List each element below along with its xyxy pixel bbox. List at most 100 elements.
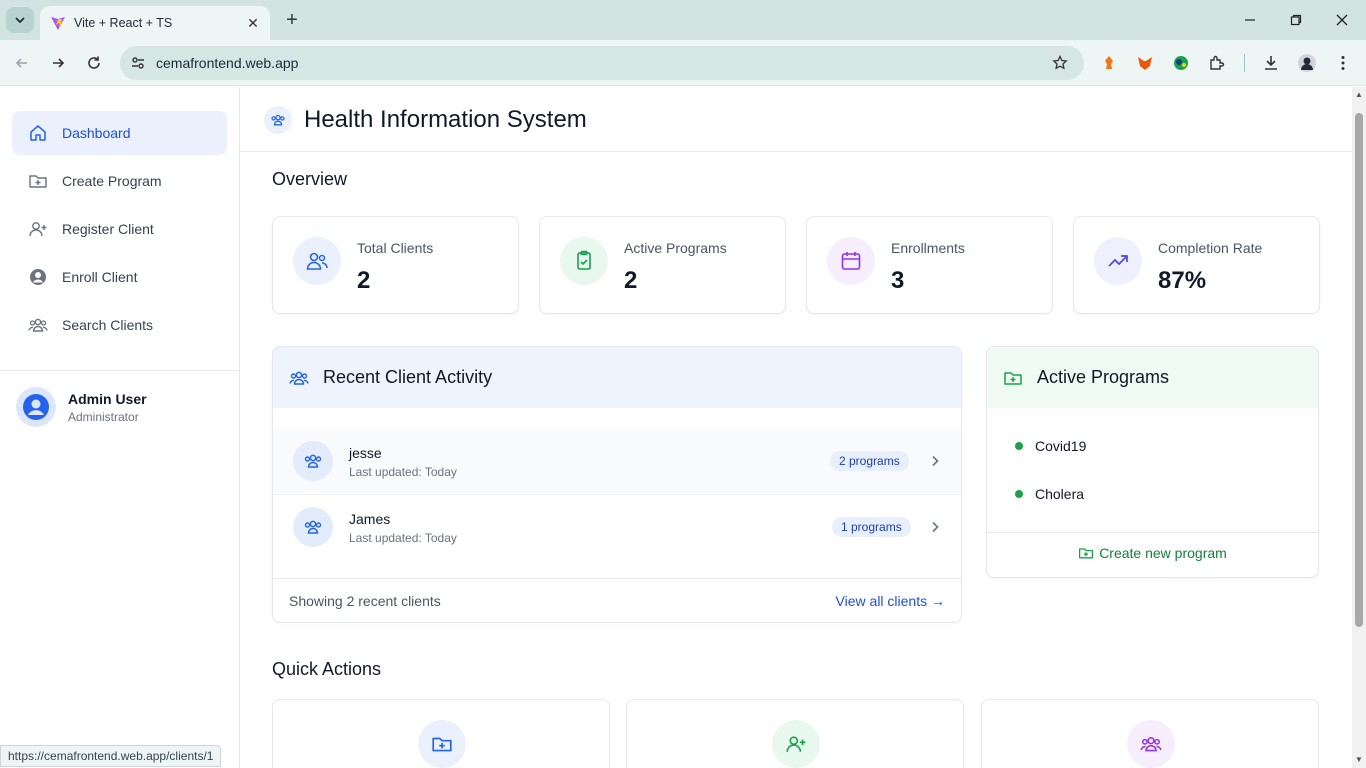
user-plus-icon bbox=[786, 736, 806, 752]
url-text: cemafrontend.web.app bbox=[156, 55, 299, 71]
folder-plus-icon bbox=[29, 175, 47, 188]
program-name: Cholera bbox=[1035, 486, 1085, 502]
sidebar-item-label: Create Program bbox=[62, 173, 162, 189]
extension-globe-icon[interactable] bbox=[1170, 52, 1192, 74]
reload-button[interactable] bbox=[82, 51, 106, 75]
sidebar-item-enroll-client[interactable]: Enroll Client bbox=[12, 255, 227, 299]
users-icon bbox=[306, 252, 328, 270]
users-icon bbox=[28, 318, 48, 332]
extension-chess-icon[interactable] bbox=[1098, 52, 1120, 74]
vite-logo-icon bbox=[51, 17, 65, 30]
forward-button[interactable] bbox=[46, 51, 70, 75]
recent-count-text: Showing 2 recent clients bbox=[289, 593, 441, 609]
client-updated: Last updated: Today bbox=[349, 531, 457, 545]
recent-activity-title: Recent Client Activity bbox=[323, 367, 493, 387]
table-row[interactable]: jesse Last updated: Today 2 programs bbox=[273, 429, 961, 493]
quick-action-icon-wrap bbox=[772, 720, 820, 768]
stat-icon-wrap bbox=[1094, 237, 1142, 285]
stat-card-total-clients: Total Clients 2 bbox=[272, 216, 519, 314]
programs-badge: 2 programs bbox=[830, 451, 909, 471]
sidebar-item-label: Search Clients bbox=[62, 317, 154, 333]
calendar-icon bbox=[841, 252, 861, 270]
site-info-icon[interactable] bbox=[130, 55, 146, 71]
stat-value: 3 bbox=[891, 267, 905, 294]
quick-action-search-clients[interactable] bbox=[981, 699, 1319, 768]
active-programs-header: Active Programs bbox=[987, 347, 1318, 408]
card-divider bbox=[987, 532, 1318, 533]
stat-icon-wrap bbox=[827, 237, 875, 285]
stat-card-completion-rate: Completion Rate 87% bbox=[1073, 216, 1320, 314]
extensions-puzzle-icon[interactable] bbox=[1206, 52, 1228, 74]
sidebar-item-dashboard[interactable]: Dashboard bbox=[12, 111, 227, 155]
active-programs-title: Active Programs bbox=[1037, 367, 1170, 387]
create-new-program-link[interactable]: Create new program bbox=[987, 545, 1318, 561]
list-item[interactable]: Covid19 bbox=[1015, 438, 1086, 454]
create-new-program-label: Create new program bbox=[1099, 545, 1227, 561]
user-avatar-icon bbox=[23, 394, 49, 420]
users-icon bbox=[1140, 737, 1162, 752]
recent-activity-card: Recent Client Activity jesse Last update… bbox=[272, 346, 962, 623]
stat-icon-wrap bbox=[293, 237, 341, 285]
bookmark-star-icon[interactable] bbox=[1050, 53, 1070, 73]
sidebar-item-create-program[interactable]: Create Program bbox=[12, 159, 227, 203]
toolbar-divider bbox=[1244, 54, 1245, 72]
close-icon bbox=[1336, 14, 1348, 26]
scrollbar-thumb[interactable] bbox=[1355, 113, 1363, 627]
stat-value: 87% bbox=[1158, 267, 1207, 294]
stat-label: Total Clients bbox=[357, 240, 434, 256]
close-tab-icon[interactable]: ✕ bbox=[242, 12, 264, 34]
sidebar-item-search-clients[interactable]: Search Clients bbox=[12, 303, 227, 347]
trending-up-icon bbox=[1108, 255, 1128, 267]
minimize-button[interactable] bbox=[1238, 8, 1262, 32]
sidebar-item-label: Register Client bbox=[62, 221, 154, 237]
arrow-right-icon bbox=[53, 58, 65, 68]
chevron-right-icon[interactable] bbox=[925, 451, 945, 471]
header-logo bbox=[264, 106, 292, 134]
scroll-up-arrow-icon[interactable]: ▲ bbox=[1355, 91, 1363, 99]
status-dot bbox=[1015, 490, 1023, 498]
tab-search-button[interactable] bbox=[6, 7, 34, 33]
browser-tab[interactable]: Vite + React + TS ✕ bbox=[40, 6, 270, 40]
back-button[interactable] bbox=[10, 51, 34, 75]
view-all-clients-link[interactable]: View all clients → bbox=[836, 593, 945, 609]
quick-actions-title: Quick Actions bbox=[272, 659, 382, 679]
status-dot bbox=[1015, 442, 1023, 450]
overview-title: Overview bbox=[272, 169, 348, 189]
sidebar-item-label: Dashboard bbox=[62, 125, 131, 141]
client-updated: Last updated: Today bbox=[349, 465, 457, 479]
stat-card-active-programs: Active Programs 2 bbox=[539, 216, 786, 314]
sidebar-item-register-client[interactable]: Register Client bbox=[12, 207, 227, 251]
sidebar-item-label: Enroll Client bbox=[62, 269, 138, 285]
quick-action-create-program[interactable] bbox=[272, 699, 610, 768]
stat-card-enrollments: Enrollments 3 bbox=[806, 216, 1053, 314]
profile-avatar-icon[interactable] bbox=[1296, 52, 1318, 74]
list-item[interactable]: Cholera bbox=[1015, 486, 1084, 502]
quick-action-register-client[interactable] bbox=[626, 699, 964, 768]
users-icon bbox=[304, 520, 322, 534]
scroll-down-arrow-icon[interactable]: ▼ bbox=[1355, 756, 1363, 764]
tab-title: Vite + React + TS bbox=[74, 16, 173, 30]
downloads-icon[interactable] bbox=[1260, 52, 1282, 74]
page-scrollbar[interactable]: ▲ ▼ bbox=[1352, 87, 1366, 768]
arrow-left-icon bbox=[15, 58, 27, 68]
user-role: Administrator bbox=[68, 409, 139, 424]
link-status-bar: https://cemafrontend.web.app/clients/1 bbox=[0, 745, 222, 767]
address-bar[interactable]: cemafrontend.web.app bbox=[120, 46, 1084, 80]
quick-action-icon-wrap bbox=[1127, 720, 1175, 768]
close-window-button[interactable] bbox=[1330, 8, 1354, 32]
restore-button[interactable] bbox=[1284, 8, 1308, 32]
extension-fox-icon[interactable] bbox=[1134, 52, 1156, 74]
programs-badge: 1 programs bbox=[832, 517, 911, 537]
home-icon bbox=[30, 125, 46, 141]
stat-label: Active Programs bbox=[624, 240, 727, 256]
chevron-right-icon[interactable] bbox=[925, 517, 945, 537]
new-tab-button[interactable]: + bbox=[280, 8, 304, 32]
sidebar-divider bbox=[0, 370, 239, 371]
folder-plus-icon bbox=[1004, 371, 1022, 385]
user-profile[interactable]: Admin User Administrator bbox=[16, 387, 147, 427]
program-name: Covid19 bbox=[1035, 438, 1087, 454]
restore-icon bbox=[1290, 14, 1302, 26]
user-plus-icon bbox=[29, 222, 47, 237]
kebab-menu-icon[interactable] bbox=[1332, 52, 1354, 74]
table-row[interactable]: James Last updated: Today 1 programs bbox=[273, 494, 961, 558]
